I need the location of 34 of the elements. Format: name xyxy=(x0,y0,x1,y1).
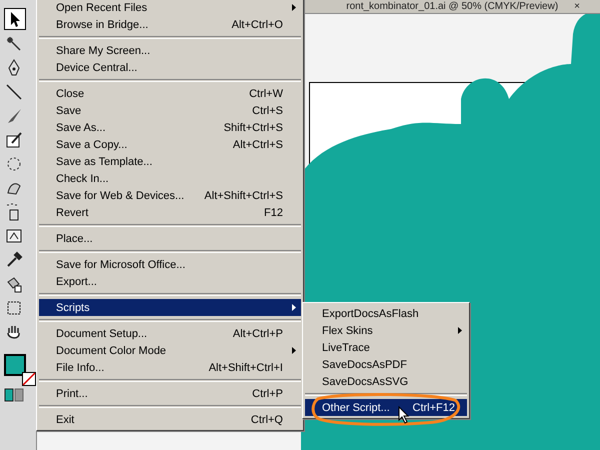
menu-item[interactable]: Save for Web & Devices... Alt+Shift+Ctrl+S xyxy=(39,187,301,204)
menu-item[interactable]: Other Script... Ctrl+F12 xyxy=(305,399,467,416)
menu-item[interactable]: Device Central... xyxy=(39,59,301,76)
menu-item[interactable]: Save as Template... xyxy=(39,153,301,170)
menu-item[interactable]: Save a Copy... Alt+Ctrl+S xyxy=(39,136,301,153)
menu-item[interactable]: Browse in Bridge... Alt+Ctrl+O xyxy=(39,16,301,33)
close-button[interactable]: × xyxy=(574,1,580,12)
menu-item[interactable]: SaveDocsAsSVG xyxy=(305,373,467,390)
menu-item[interactable]: Scripts xyxy=(39,299,301,316)
menu-item[interactable]: Flex Skins xyxy=(305,322,467,339)
line-tool-icon[interactable] xyxy=(4,82,24,102)
stroke-none-swatch[interactable] xyxy=(22,372,36,386)
menu-item[interactable]: Check In... xyxy=(39,170,301,187)
menu-item[interactable]: Share My Screen... xyxy=(39,42,301,59)
menu-item[interactable]: Open Recent Files xyxy=(39,0,301,16)
menu-item[interactable]: LiveTrace xyxy=(305,339,467,356)
menu-item[interactable]: Save As... Shift+Ctrl+S xyxy=(39,119,301,136)
menu-item[interactable]: Close Ctrl+W xyxy=(39,85,301,102)
menu-item[interactable]: Save for Microsoft Office... xyxy=(39,256,301,273)
menu-item[interactable]: Document Setup... Alt+Ctrl+P xyxy=(39,325,301,342)
menu-item[interactable]: Revert F12 xyxy=(39,204,301,221)
pencil-icon[interactable] xyxy=(4,130,24,150)
menu-item[interactable]: Place... xyxy=(39,230,301,247)
menu-item[interactable]: Export... xyxy=(39,273,301,290)
menu-item[interactable]: Exit Ctrl+Q xyxy=(39,411,301,428)
menu-item[interactable]: Document Color Mode xyxy=(39,342,301,359)
menu-item[interactable]: File Info... Alt+Shift+Ctrl+I xyxy=(39,359,301,376)
color-mode-icon[interactable] xyxy=(4,388,24,402)
document-title: ront_kombinator_01.ai @ 50% (CMYK/Preview) xyxy=(346,1,558,12)
menu-item[interactable]: ExportDocsAsFlash xyxy=(305,305,467,322)
menu-item[interactable]: Print... Ctrl+P xyxy=(39,385,301,402)
fill-color-swatch[interactable] xyxy=(4,354,26,376)
menu-item[interactable]: Save Ctrl+S xyxy=(39,102,301,119)
menu-item[interactable]: SaveDocsAsPDF xyxy=(305,356,467,373)
